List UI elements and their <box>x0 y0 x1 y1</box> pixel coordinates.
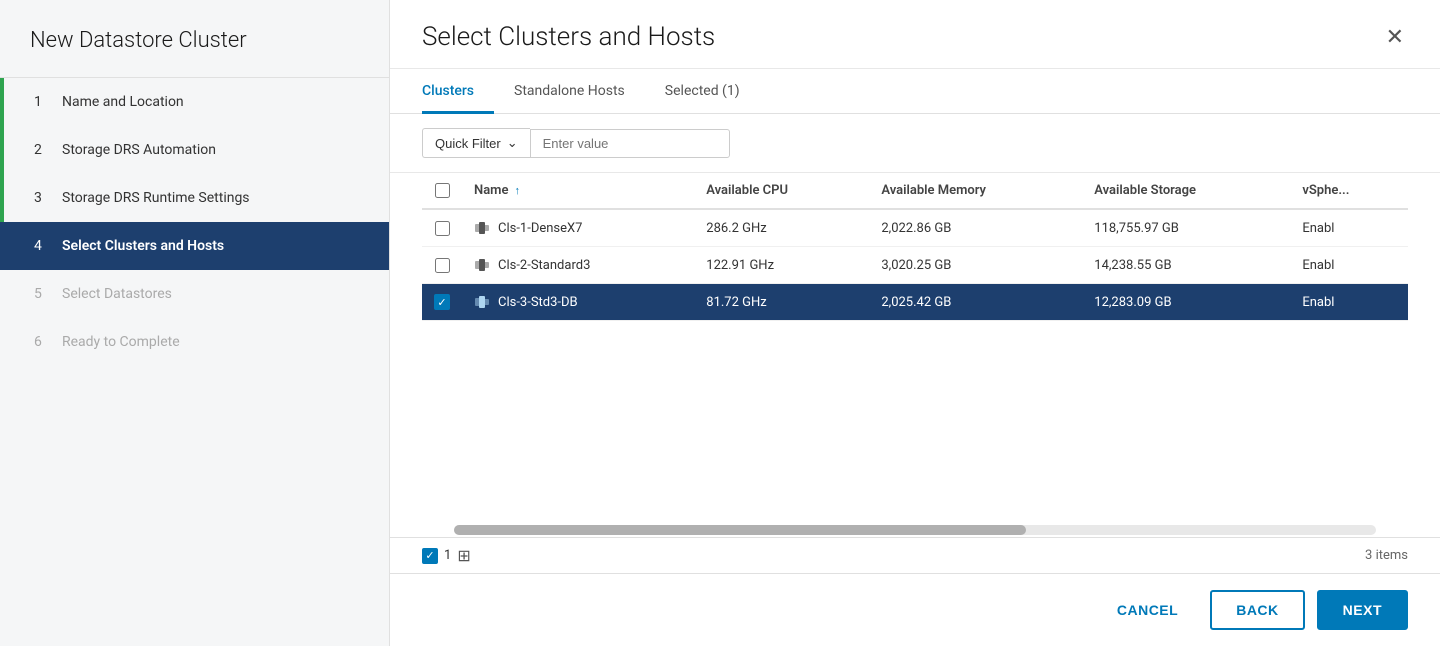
sidebar-step-1[interactable]: 1 Name and Location <box>0 78 389 126</box>
row-2-memory: 2,025.42 GB <box>869 284 1082 321</box>
cluster-icon <box>474 220 490 236</box>
selected-count: 1 <box>444 548 451 563</box>
col-checkbox <box>422 173 462 209</box>
table-row[interactable]: Cls-2-Standard3 122.91 GHz3,020.25 GB14,… <box>422 247 1408 284</box>
step-label: Storage DRS Automation <box>62 142 216 158</box>
back-button[interactable]: BACK <box>1210 590 1304 630</box>
row-name-text: Cls-2-Standard3 <box>498 258 590 273</box>
cluster-icon <box>474 257 490 273</box>
dialog-title: Select Clusters and Hosts <box>422 22 715 52</box>
row-0-storage: 118,755.97 GB <box>1082 209 1290 247</box>
tab-standalone-hosts[interactable]: Standalone Hosts <box>494 69 645 114</box>
col-memory: Available Memory <box>869 173 1082 209</box>
step-num: 4 <box>34 238 52 254</box>
sidebar: New Datastore Cluster 1 Name and Locatio… <box>0 0 390 646</box>
step-label: Ready to Complete <box>62 334 180 350</box>
selected-indicator: ✓ <box>422 548 438 564</box>
col-name[interactable]: Name ↑ <box>462 173 694 209</box>
row-0-memory: 2,022.86 GB <box>869 209 1082 247</box>
table-row[interactable]: Cls-1-DenseX7 286.2 GHz2,022.86 GB118,75… <box>422 209 1408 247</box>
sidebar-step-3[interactable]: 3 Storage DRS Runtime Settings <box>0 174 389 222</box>
step-num: 2 <box>34 142 52 158</box>
col-vsphere: vSphe... <box>1290 173 1408 209</box>
clusters-table: Name ↑ Available CPU Available Memory Av… <box>422 173 1408 321</box>
filter-bar: Quick Filter ⌄ <box>390 114 1440 173</box>
row-2-name: Cls-3-Std3-DB <box>462 284 694 321</box>
chevron-down-icon: ⌄ <box>507 135 518 151</box>
row-1-memory: 3,020.25 GB <box>869 247 1082 284</box>
row-0-name: Cls-1-DenseX7 <box>462 209 694 247</box>
action-bar: CANCEL BACK NEXT <box>390 573 1440 646</box>
row-0-vsphere: Enabl <box>1290 209 1408 247</box>
step-num: 5 <box>34 286 52 302</box>
table-row[interactable]: ✓ Cls-3-Std3-DB 81.72 GHz2,025.42 GB12,2… <box>422 284 1408 321</box>
table-icon: ⊞ <box>457 546 470 565</box>
next-button[interactable]: NEXT <box>1317 590 1408 630</box>
sidebar-title: New Datastore Cluster <box>0 0 389 78</box>
row-1-checkbox-cell <box>422 247 462 284</box>
cluster-icon <box>474 294 490 310</box>
sidebar-step-6: 6 Ready to Complete <box>0 318 389 366</box>
step-label: Select Clusters and Hosts <box>62 238 224 254</box>
row-checkbox[interactable] <box>435 258 450 273</box>
filter-input[interactable] <box>530 129 730 158</box>
table-container: Name ↑ Available CPU Available Memory Av… <box>390 173 1440 519</box>
table-footer: ✓ 1 ⊞ 3 items <box>390 537 1440 573</box>
scroll-track[interactable] <box>454 525 1376 535</box>
step-label: Select Datastores <box>62 286 172 302</box>
close-button[interactable]: ✕ <box>1382 22 1408 52</box>
row-0-checkbox-cell <box>422 209 462 247</box>
col-cpu: Available CPU <box>694 173 869 209</box>
select-all-checkbox[interactable] <box>435 183 450 198</box>
main-header: Select Clusters and Hosts ✕ <box>390 0 1440 69</box>
sidebar-step-4[interactable]: 4 Select Clusters and Hosts <box>0 222 389 270</box>
row-name-text: Cls-3-Std3-DB <box>498 295 578 310</box>
scroll-thumb <box>454 525 1026 535</box>
row-2-checkbox-cell: ✓ <box>422 284 462 321</box>
step-label: Storage DRS Runtime Settings <box>62 190 250 206</box>
row-1-vsphere: Enabl <box>1290 247 1408 284</box>
row-1-name: Cls-2-Standard3 <box>462 247 694 284</box>
row-2-cpu: 81.72 GHz <box>694 284 869 321</box>
step-num: 3 <box>34 190 52 206</box>
footer-selected: ✓ 1 ⊞ <box>422 546 471 565</box>
table-body: Cls-1-DenseX7 286.2 GHz2,022.86 GB118,75… <box>422 209 1408 321</box>
main-content: Select Clusters and Hosts ✕ ClustersStan… <box>390 0 1440 646</box>
row-1-cpu: 122.91 GHz <box>694 247 869 284</box>
dialog: New Datastore Cluster 1 Name and Locatio… <box>0 0 1440 646</box>
step-num: 1 <box>34 94 52 110</box>
tabs-bar: ClustersStandalone HostsSelected (1) <box>390 69 1440 114</box>
sidebar-step-5: 5 Select Datastores <box>0 270 389 318</box>
sort-icon: ↑ <box>514 184 520 197</box>
cancel-button[interactable]: CANCEL <box>1097 592 1198 628</box>
sidebar-step-2[interactable]: 2 Storage DRS Automation <box>0 126 389 174</box>
step-label: Name and Location <box>62 94 184 110</box>
step-num: 6 <box>34 334 52 350</box>
row-checkbox[interactable] <box>435 221 450 236</box>
quick-filter-button[interactable]: Quick Filter ⌄ <box>422 128 530 158</box>
row-checkbox-checked[interactable]: ✓ <box>434 294 450 310</box>
row-1-storage: 14,238.55 GB <box>1082 247 1290 284</box>
tab-clusters[interactable]: Clusters <box>422 69 494 114</box>
col-storage: Available Storage <box>1082 173 1290 209</box>
table-header-row: Name ↑ Available CPU Available Memory Av… <box>422 173 1408 209</box>
row-0-cpu: 286.2 GHz <box>694 209 869 247</box>
tab-selected[interactable]: Selected (1) <box>645 69 760 114</box>
row-2-storage: 12,283.09 GB <box>1082 284 1290 321</box>
row-2-vsphere: Enabl <box>1290 284 1408 321</box>
item-count: 3 items <box>1365 548 1408 563</box>
quick-filter-label: Quick Filter <box>435 136 501 151</box>
scrollbar-area <box>390 519 1440 537</box>
row-name-text: Cls-1-DenseX7 <box>498 221 583 236</box>
sidebar-steps: 1 Name and Location 2 Storage DRS Automa… <box>0 78 389 646</box>
